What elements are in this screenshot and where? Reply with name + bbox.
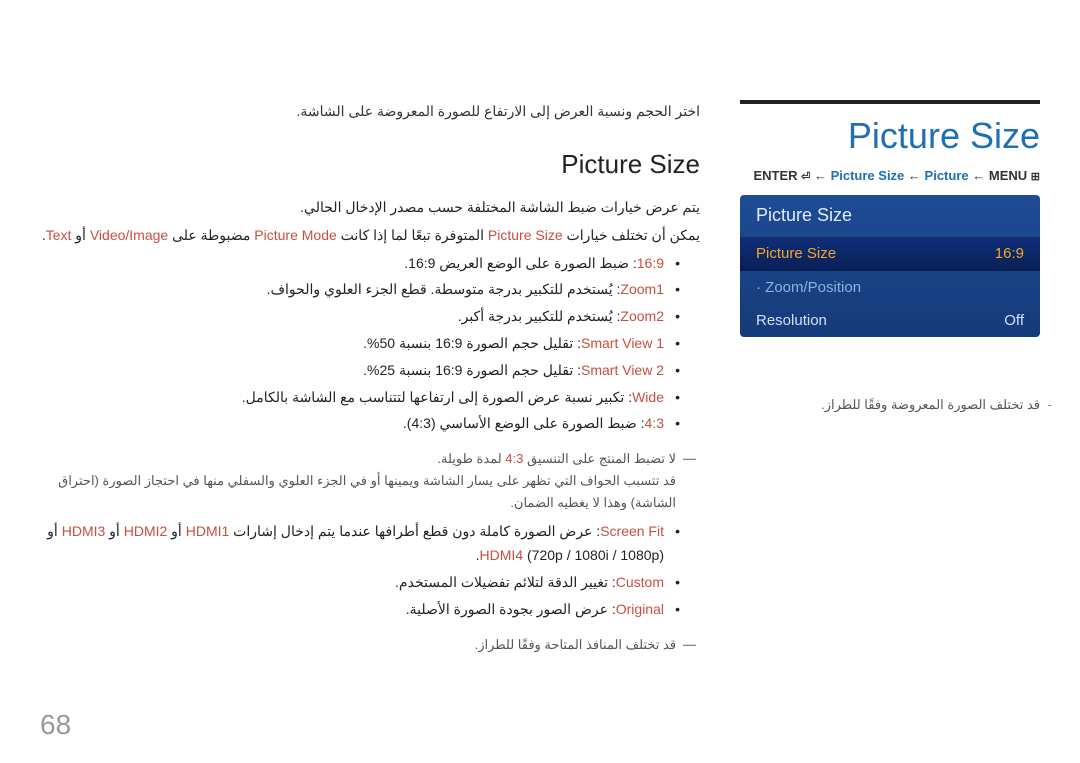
ports-note: ― قد تختلف المنافذ المتاحة وفقًا للطراز. <box>40 634 700 656</box>
accent-term: HDMI2 <box>124 523 168 539</box>
option-label: Zoom1 <box>620 281 664 297</box>
list-item: Custom: تغيير الدقة لتلائم تفضيلات المست… <box>40 571 680 595</box>
breadcrumb: ENTER ⏎ ← Picture Size ← Picture ← MENU … <box>753 168 1040 183</box>
accent-term: HDMI3 <box>62 523 106 539</box>
osd-menu-item-value: Off <box>1004 312 1024 329</box>
options-list: 16:9: ضبط الصورة على الوضع العريض 16:9. … <box>40 252 680 437</box>
osd-menu-item-value: 16:9 <box>995 245 1024 262</box>
list-item: Screen Fit: عرض الصورة كاملة دون قطع أطر… <box>40 520 680 568</box>
dash-icon: ― <box>683 448 696 470</box>
list-item: Zoom2: يُستخدم للتكبير بدرجة أكبر. <box>40 305 680 329</box>
option-label: 16:9 <box>637 255 664 271</box>
accent-term: HDMI1 <box>186 523 230 539</box>
accent-term: HDMI4 <box>480 547 524 563</box>
accent-term: Picture Size <box>488 227 563 243</box>
accent-term: 4:3 <box>505 451 523 466</box>
warning-note: ― لا تضبط المنتج على التنسيق 4:3 لمدة طو… <box>40 448 700 514</box>
accent-term: Text <box>46 227 72 243</box>
osd-menu-title: Picture Size <box>740 195 1040 236</box>
menu-label: MENU <box>989 168 1027 183</box>
option-label: 4:3 <box>645 415 664 431</box>
page-title: Picture Size <box>848 115 1040 157</box>
option-label: Screen Fit <box>600 523 664 539</box>
osd-menu-item-label: Resolution <box>756 312 827 329</box>
option-label: Wide <box>632 389 664 405</box>
option-label: Custom <box>616 574 664 590</box>
list-item: Original: عرض الصور بجودة الصورة الأصلية… <box>40 598 680 622</box>
option-label: Smart View 2 <box>581 362 664 378</box>
option-label: Zoom2 <box>620 308 664 324</box>
breadcrumb-picture-size: Picture Size <box>831 168 905 183</box>
osd-menu-item-label: · Zoom/Position <box>756 279 861 296</box>
model-note: قد تختلف الصورة المعروضة وفقًا للطراز. <box>740 395 1040 415</box>
menu-icon: ⊞ <box>1031 170 1040 183</box>
dash-icon: ― <box>683 634 696 656</box>
list-item: Zoom1: يُستخدم للتكبير بدرجة متوسطة. قطع… <box>40 278 680 302</box>
arrow-icon: ← <box>908 168 921 183</box>
options-list-continued: Screen Fit: عرض الصورة كاملة دون قطع أطر… <box>40 520 680 621</box>
accent-term: Video/Image <box>90 227 168 243</box>
option-label: Original <box>616 601 664 617</box>
osd-menu-item[interactable]: Picture Size 16:9 <box>740 236 1040 271</box>
list-item: 16:9: ضبط الصورة على الوضع العريض 16:9. <box>40 252 680 276</box>
list-item: Smart View 1: تقليل حجم الصورة 16:9 بنسب… <box>40 332 680 356</box>
body-text: يمكن أن تختلف خيارات Picture Size المتوف… <box>40 224 700 248</box>
osd-menu-panel: Picture Size Picture Size 16:9 · Zoom/Posi… <box>740 195 1040 337</box>
list-item: Smart View 2: تقليل حجم الصورة 16:9 بنسب… <box>40 359 680 383</box>
intro-text: اختر الحجم ونسبة العرض إلى الارتفاع للصو… <box>40 100 700 124</box>
option-label: Smart View 1 <box>581 335 664 351</box>
list-item: Wide: تكبير نسبة عرض الصورة إلى ارتفاعها… <box>40 386 680 410</box>
accent-term: Picture Mode <box>254 227 336 243</box>
page-number: 68 <box>40 709 71 741</box>
arrow-icon: ← <box>972 168 985 183</box>
section-heading: Picture Size <box>40 142 700 186</box>
list-item: 4:3: ضبط الصورة على الوضع الأساسي (4:3). <box>40 412 680 436</box>
osd-menu-item[interactable]: · Zoom/Position <box>740 271 1040 304</box>
enter-icon: ⏎ <box>801 170 810 183</box>
arrow-icon: ← <box>814 168 827 183</box>
body-text: يتم عرض خيارات ضبط الشاشة المختلفة حسب م… <box>40 196 700 220</box>
osd-menu-item-label: Picture Size <box>756 245 836 262</box>
enter-label: ENTER <box>753 168 797 183</box>
main-content: اختر الحجم ونسبة العرض إلى الارتفاع للصو… <box>40 100 700 656</box>
top-rule <box>740 100 1040 104</box>
osd-menu-item[interactable]: Resolution Off <box>740 304 1040 337</box>
breadcrumb-picture: Picture <box>925 168 969 183</box>
